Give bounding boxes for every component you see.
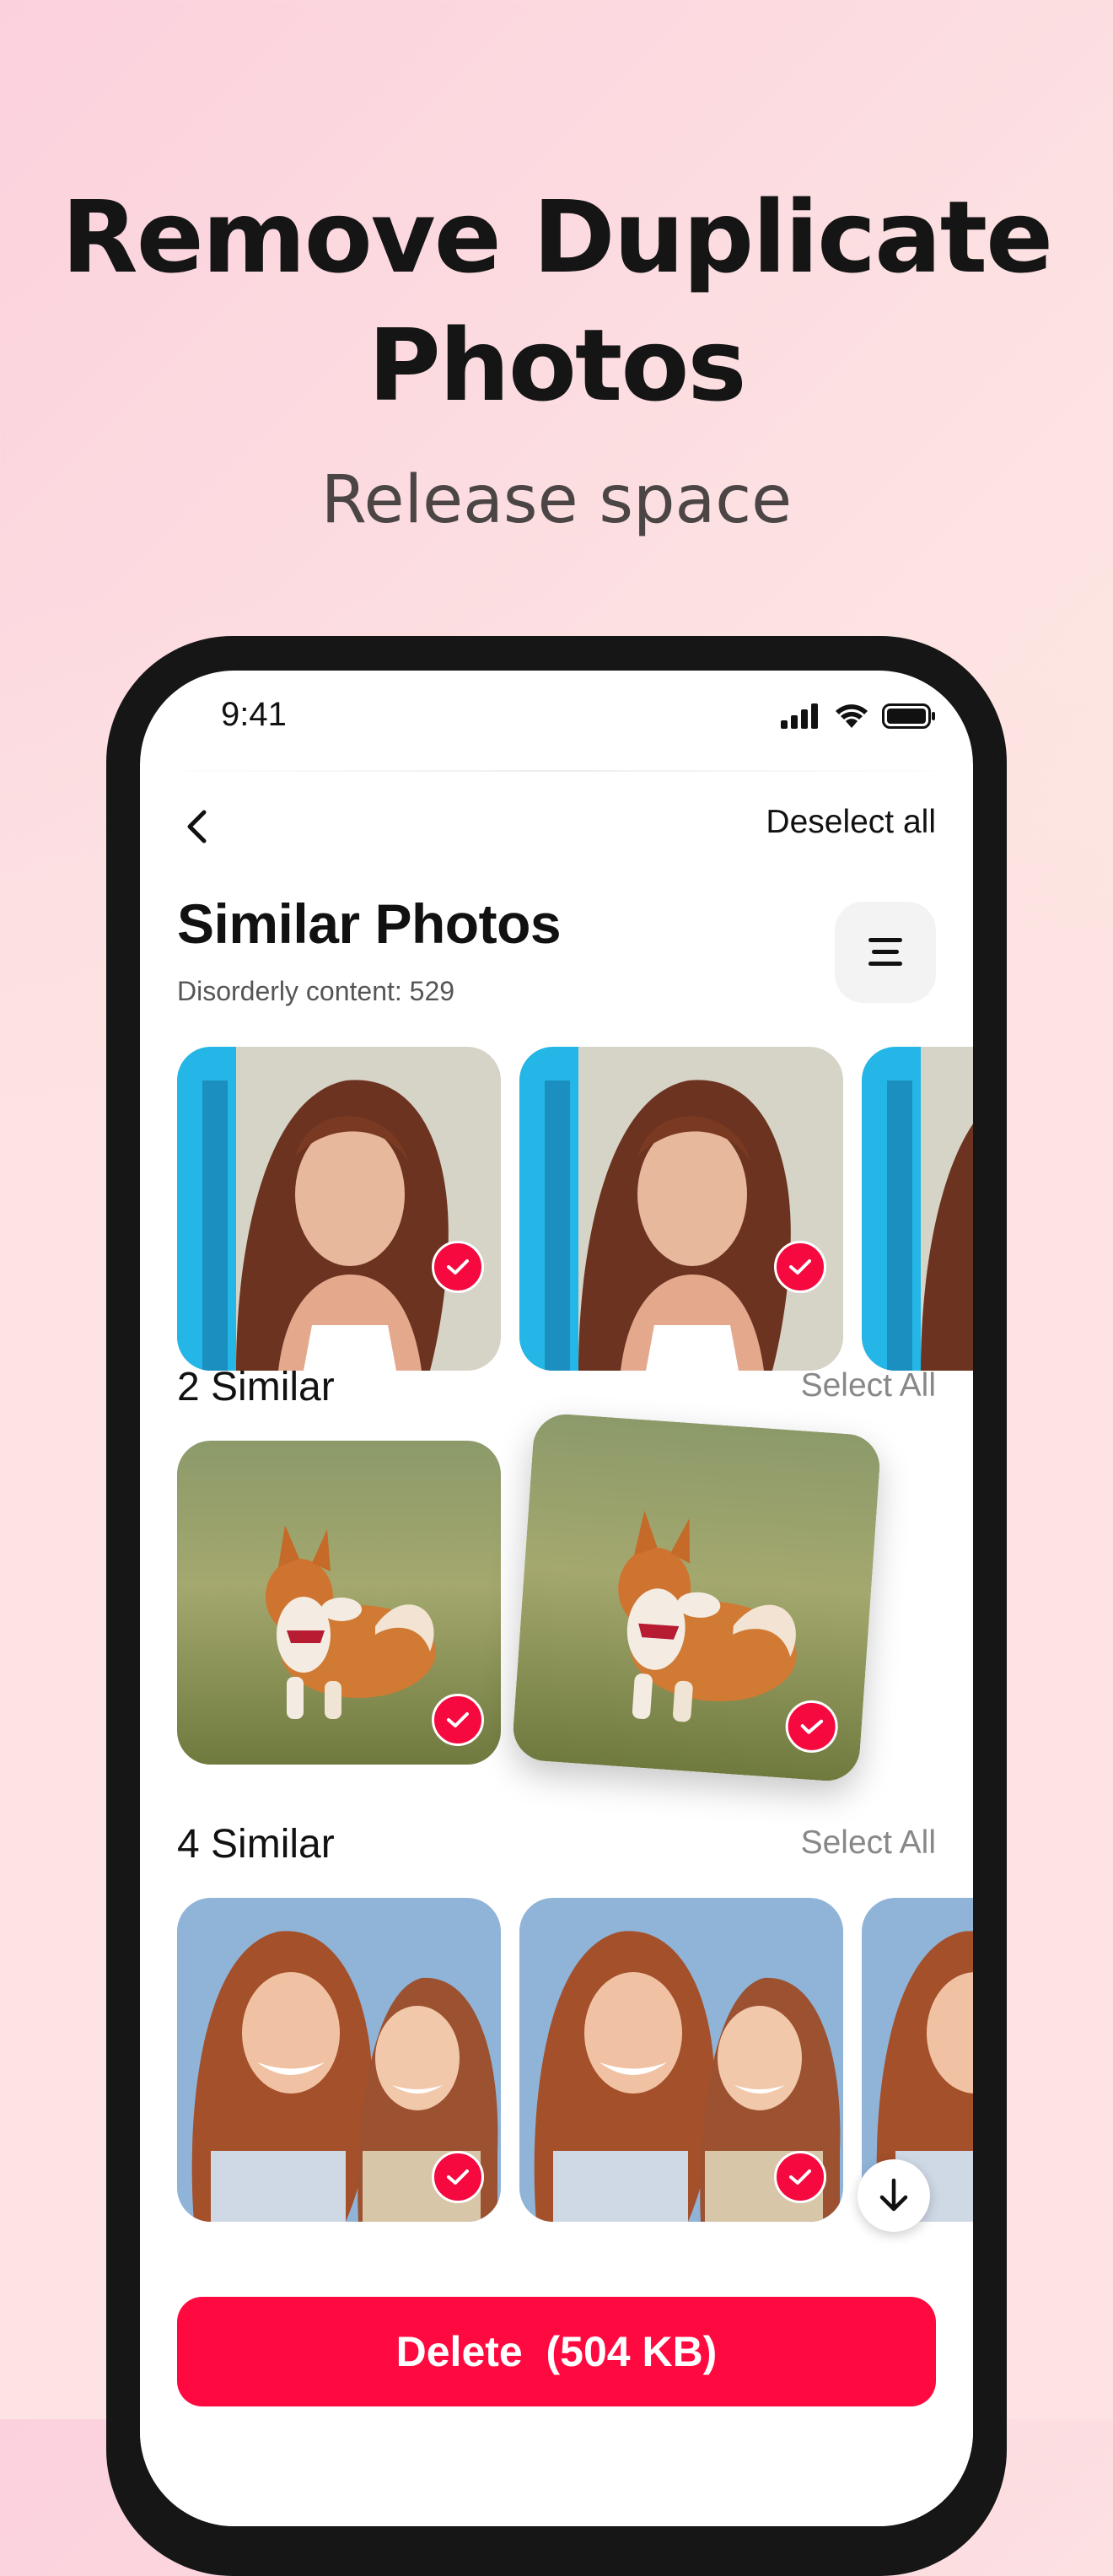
headline-line-1: Remove Duplicate <box>61 179 1053 295</box>
photo-dog-2-tilted[interactable] <box>511 1412 882 1783</box>
photo-woman-3[interactable] <box>862 1047 973 1371</box>
status-icons <box>781 703 936 730</box>
photo-two-women-1[interactable] <box>177 1898 501 2222</box>
photo-two-women-2[interactable] <box>519 1898 843 2222</box>
selected-check-icon[interactable] <box>774 2151 826 2203</box>
wifi-icon <box>836 704 868 728</box>
menu-icon <box>868 938 902 966</box>
select-all-button[interactable]: Select All <box>801 1824 936 1862</box>
scroll-down-button[interactable] <box>858 2159 930 2232</box>
page-subtitle: Disorderly content: 529 <box>177 976 455 1006</box>
photo-woman-2[interactable] <box>519 1047 843 1371</box>
page-title: Similar Photos <box>177 892 562 955</box>
back-chevron-icon[interactable] <box>177 806 219 848</box>
group-title-2-similar: 2 Similar <box>177 1365 335 1409</box>
phone-screen: 9:41 Deselect all Similar Photos Disorde… <box>140 671 973 2526</box>
selected-check-icon[interactable] <box>432 2151 484 2203</box>
delete-button[interactable]: Delete (504 KB) <box>177 2297 936 2406</box>
status-bar: 9:41 <box>140 671 973 772</box>
photo-woman-1[interactable] <box>177 1047 501 1371</box>
selected-check-icon[interactable] <box>432 1694 484 1746</box>
deselect-all-button[interactable]: Deselect all <box>766 804 936 841</box>
select-all-button[interactable]: Select All <box>801 1367 936 1404</box>
group-title-4-similar: 4 Similar <box>177 1822 335 1867</box>
headline-line-2: Photos <box>368 307 746 423</box>
signal-icon <box>781 703 818 729</box>
menu-button[interactable] <box>835 902 936 1003</box>
arrow-down-icon <box>879 2178 908 2212</box>
subheadline: Release space <box>320 462 793 538</box>
headline: Remove Duplicate Photos <box>0 173 1113 429</box>
selected-check-icon[interactable] <box>432 1241 484 1293</box>
battery-icon <box>882 703 935 729</box>
status-divider <box>140 770 973 772</box>
selected-check-icon[interactable] <box>774 1241 826 1293</box>
status-time: 9:41 <box>221 696 287 733</box>
photo-dog-1[interactable] <box>177 1441 501 1765</box>
